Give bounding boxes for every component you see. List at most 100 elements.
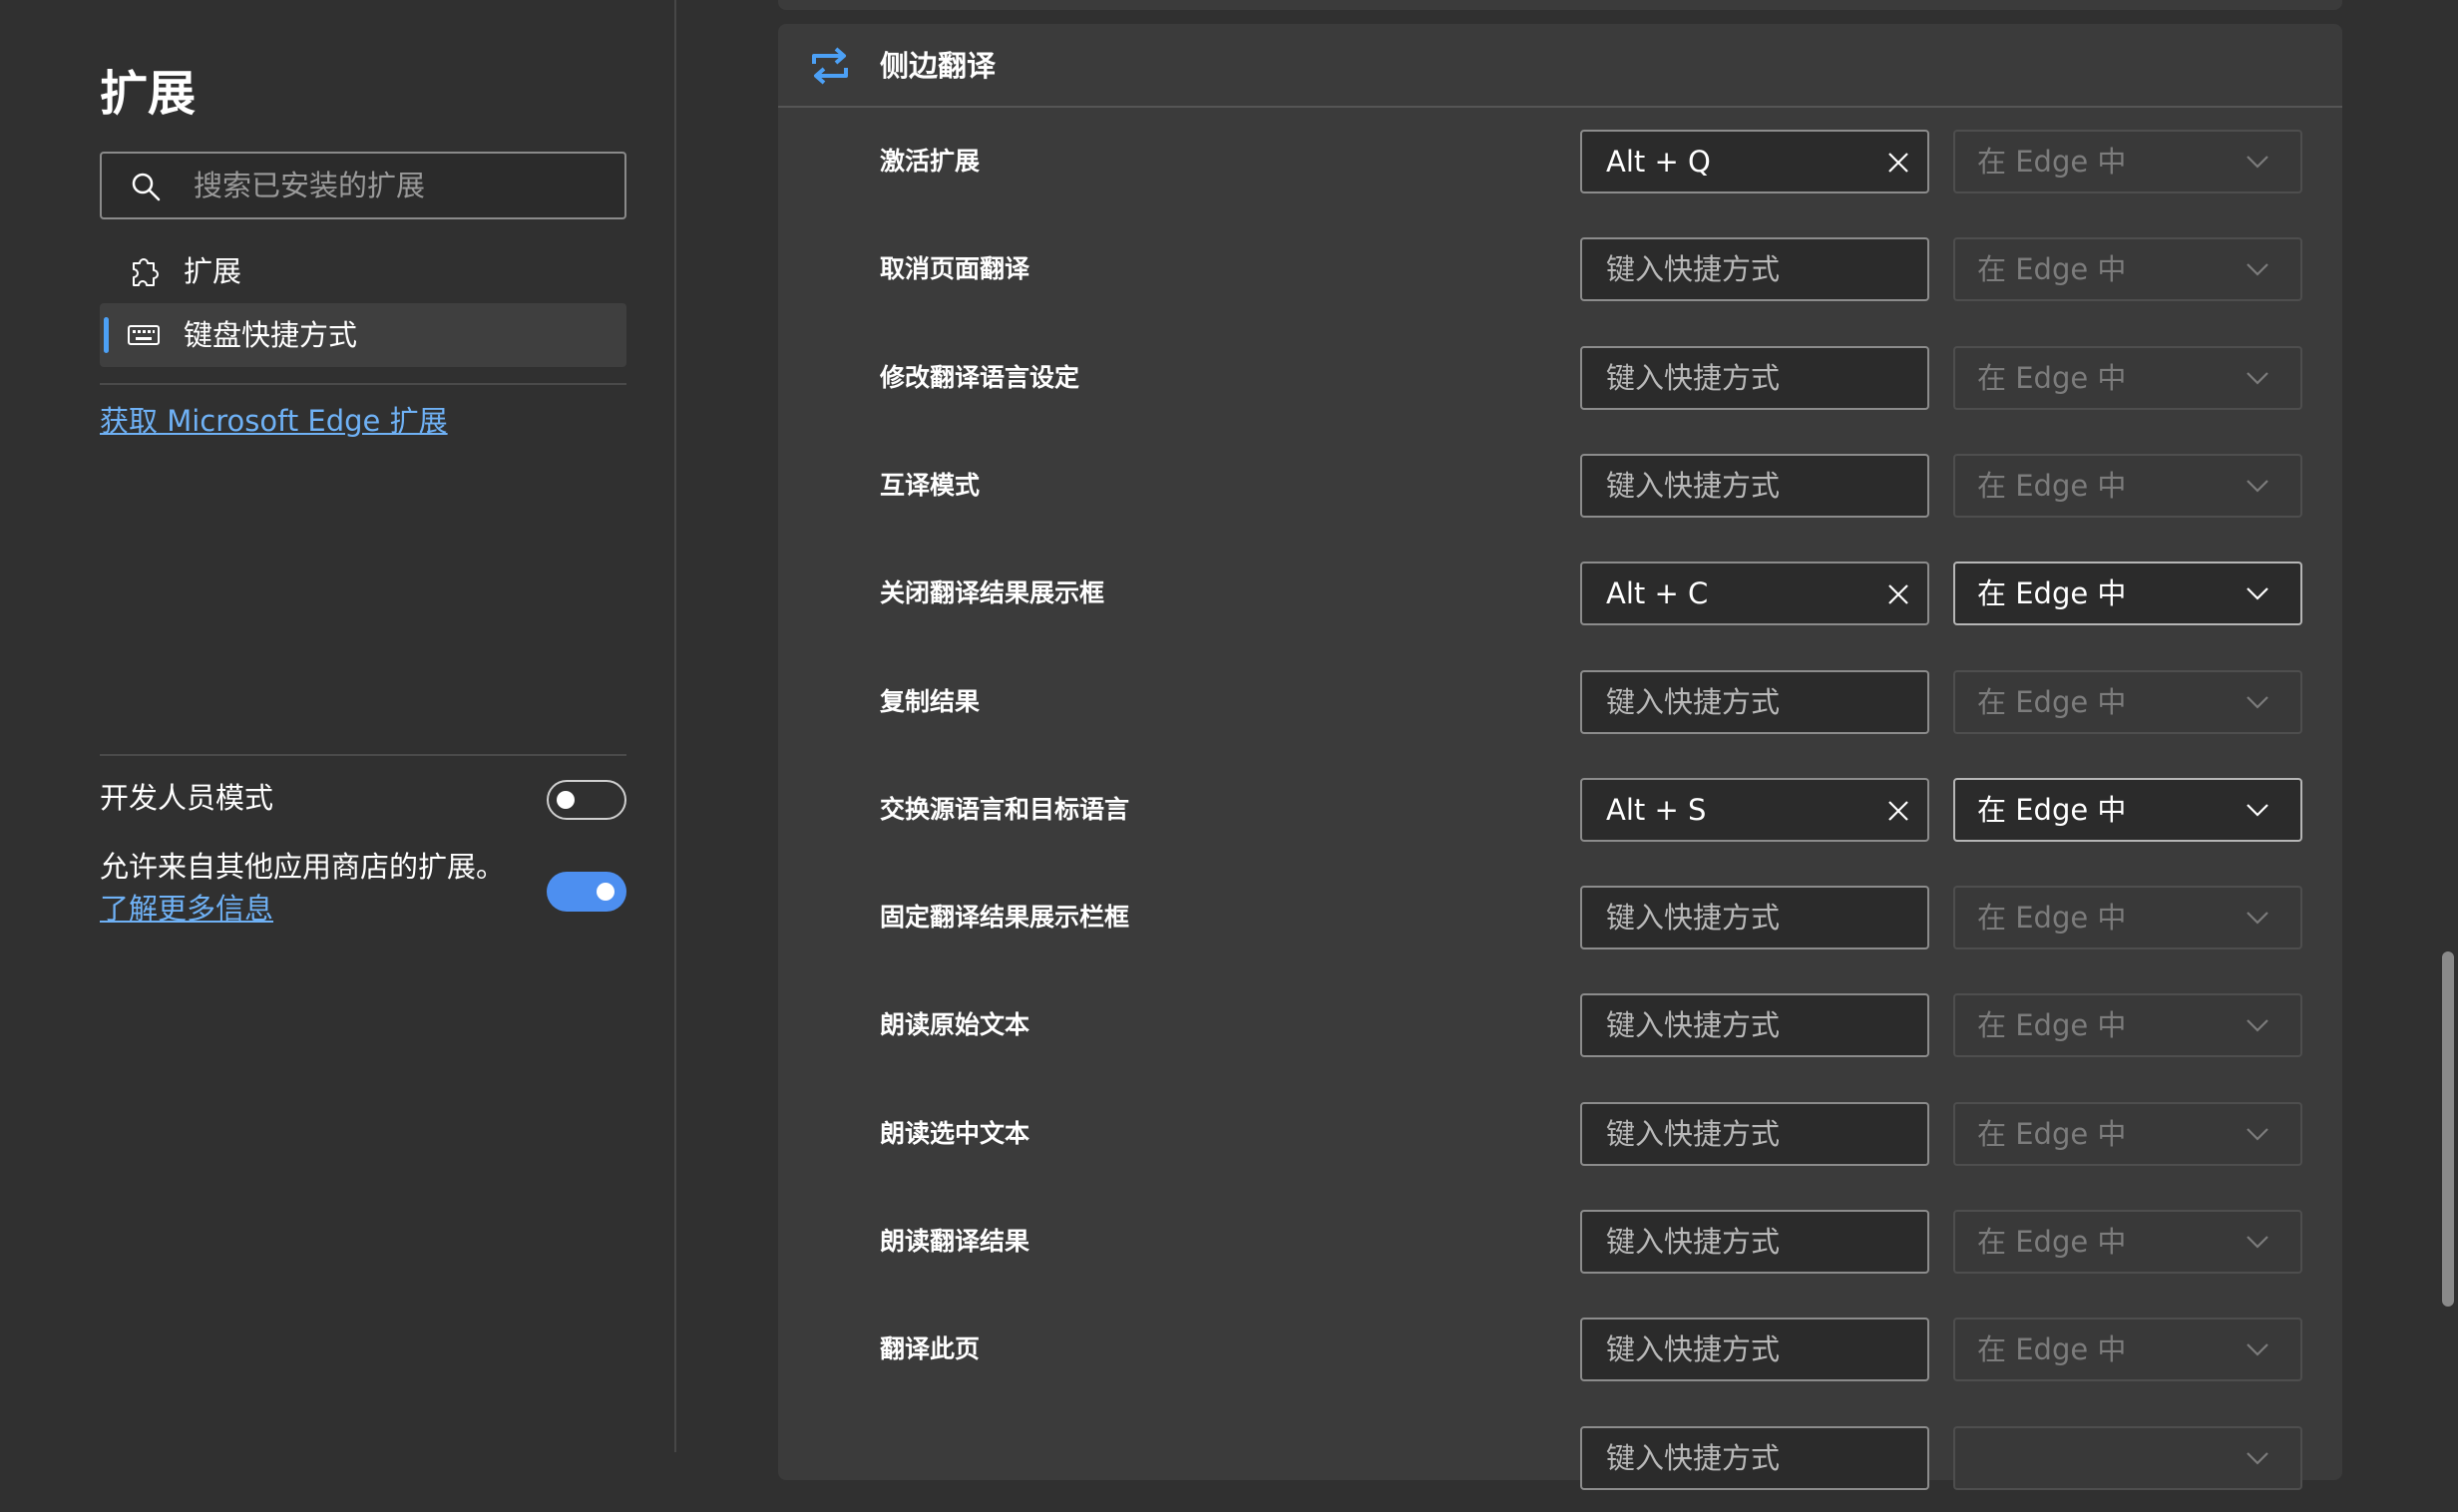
shortcut-field[interactable] [1580,777,1929,842]
shortcut-field[interactable] [1580,886,1929,950]
scope-select[interactable]: 在 Edge 中 [1953,345,2302,410]
shortcut-input[interactable] [1604,995,1883,1056]
chevron-down-icon [2247,587,2268,600]
extension-card-header: 侧边翻译 [778,24,2342,108]
scope-select[interactable]: 在 Edge 中 [1953,993,2302,1058]
command-label: 朗读原始文本 [880,1010,1030,1040]
shortcut-input[interactable] [1604,888,1883,948]
chevron-down-icon [2247,1127,2268,1141]
scope-value: 在 Edge 中 [1977,576,2127,611]
allow-other-stores-label: 允许来自其他应用商店的扩展。 [100,850,506,884]
scope-select[interactable]: 在 Edge 中 [1953,1318,2302,1382]
shortcut-input[interactable] [1604,1212,1883,1272]
scrollbar-thumb[interactable] [2442,951,2454,1307]
sidebar-item-keyboard-shortcuts[interactable]: 键盘快捷方式 [100,303,626,367]
command-label: 复制结果 [880,686,981,716]
shortcut-input[interactable] [1604,1103,1883,1164]
scope-select[interactable]: 在 Edge 中 [1953,669,2302,734]
allow-other-stores-text: 允许来自其他应用商店的扩展。了解更多信息 [100,846,529,930]
search-input[interactable] [192,154,611,217]
shortcut-field[interactable] [1580,453,1929,518]
scope-select[interactable]: 在 Edge 中 [1953,562,2302,626]
scope-select[interactable]: 在 Edge 中 [1953,1101,2302,1166]
scope-select[interactable]: 在 Edge 中 [1953,237,2302,302]
toggle-knob [597,883,614,901]
shortcut-field[interactable] [1580,669,1929,734]
developer-mode-toggle[interactable] [547,780,626,820]
scope-value: 在 Edge 中 [1977,145,2127,179]
scope-value: 在 Edge 中 [1977,792,2127,827]
shortcut-field[interactable] [1580,130,1929,193]
scope-select[interactable]: 在 Edge 中 [1953,886,2302,950]
shortcut-input[interactable] [1604,132,1883,191]
shortcut-field[interactable] [1580,993,1929,1058]
chevron-down-icon [2247,912,2268,925]
command-label: 固定翻译结果展示栏框 [880,903,1130,933]
scope-value: 在 Edge 中 [1977,684,2127,719]
shortcut-field[interactable] [1580,237,1929,302]
shortcut-input[interactable] [1604,239,1883,300]
main-content: 侧边翻译 激活扩展 在 Edge 中 取消页面翻译 在 Ed [678,0,2458,1490]
chevron-down-icon [2247,804,2268,817]
toggle-knob [557,791,575,809]
scope-value: 在 Edge 中 [1977,1225,2127,1259]
sidebar-item-label: 键盘快捷方式 [184,318,358,352]
command-label: 修改翻译语言设定 [880,362,1080,392]
shortcut-field[interactable] [1580,1210,1929,1274]
scope-select[interactable]: 在 Edge 中 [1953,777,2302,842]
shortcut-input[interactable] [1604,564,1883,624]
shortcut-row: 取消页面翻译 在 Edge 中 [778,215,2342,323]
previous-extension-card [778,0,2342,10]
shortcut-input[interactable] [1604,779,1883,840]
shortcut-input[interactable] [1604,671,1883,732]
close-icon[interactable] [1883,579,1913,609]
chevron-down-icon [2247,1451,2268,1465]
learn-more-link[interactable]: 了解更多信息 [100,892,273,926]
shortcut-field[interactable] [1580,1101,1929,1166]
shortcut-field[interactable] [1580,1318,1929,1382]
get-extensions-link[interactable]: 获取 Microsoft Edge 扩展 [100,399,448,443]
shortcut-field[interactable] [1580,345,1929,410]
shortcut-row: 翻译此页 在 Edge 中 [778,1296,2342,1403]
sidebar: 扩展 扩展 键盘快捷方式 获取 Microsoft Edge 扩展 开发人员模式 [0,0,676,1452]
shortcut-row: 朗读翻译结果 在 Edge 中 [778,1188,2342,1296]
allow-other-stores-toggle[interactable] [547,872,626,912]
command-label: 朗读翻译结果 [880,1227,1030,1256]
command-label: 关闭翻译结果展示框 [880,578,1105,608]
close-icon[interactable] [1883,796,1913,826]
chevron-down-icon [2247,1236,2268,1249]
sidebar-title: 扩展 [100,66,197,122]
scope-select[interactable]: 在 Edge 中 [1953,1210,2302,1274]
sidebar-item-extensions[interactable]: 扩展 [100,239,626,303]
shortcut-field[interactable] [1580,562,1929,626]
shortcut-input[interactable] [1604,1427,1883,1488]
sidebar-divider [100,754,626,756]
scope-select[interactable]: 在 Edge 中 [1953,453,2302,518]
search-icon [132,173,161,201]
shortcut-row: 复制结果 在 Edge 中 [778,648,2342,756]
shortcut-input[interactable] [1604,347,1883,408]
active-indicator [104,317,109,353]
shortcut-row: 朗读选中文本 在 Edge 中 [778,1080,2342,1188]
scope-value: 在 Edge 中 [1977,901,2127,936]
chevron-down-icon [2247,371,2268,385]
shortcut-row: 互译模式 在 Edge 中 [778,432,2342,540]
scope-select[interactable] [1953,1425,2302,1490]
sidebar-divider [100,383,626,385]
scope-value: 在 Edge 中 [1977,1116,2127,1151]
shortcut-row [778,1404,2342,1512]
puzzle-icon [133,258,159,286]
close-icon[interactable] [1883,148,1913,178]
shortcut-field[interactable] [1580,1425,1929,1490]
shortcut-row: 修改翻译语言设定 在 Edge 中 [778,324,2342,432]
command-label: 朗读选中文本 [880,1118,1030,1148]
scope-select[interactable]: 在 Edge 中 [1953,130,2302,193]
shortcut-input[interactable] [1604,455,1883,516]
search-box[interactable] [100,152,626,219]
command-label: 翻译此页 [880,1334,981,1364]
scope-value: 在 Edge 中 [1977,252,2127,287]
chevron-down-icon [2247,695,2268,709]
chevron-down-icon [2247,156,2268,169]
extension-card: 侧边翻译 激活扩展 在 Edge 中 取消页面翻译 在 Ed [778,24,2342,1490]
shortcut-input[interactable] [1604,1320,1883,1380]
